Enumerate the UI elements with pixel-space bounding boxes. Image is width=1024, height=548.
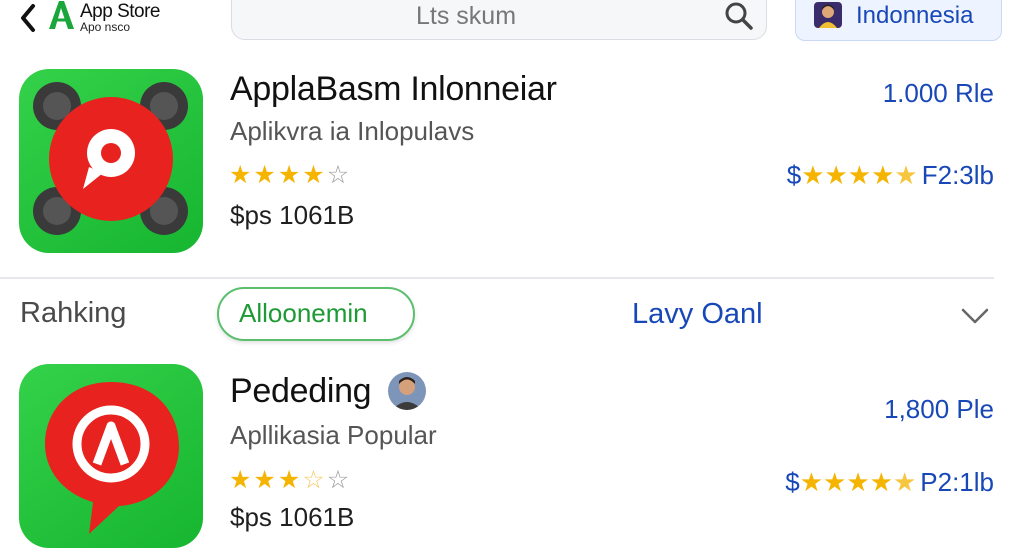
star-icon: ★★★★ bbox=[799, 467, 893, 497]
secondary-rating-text: P2:1lb bbox=[920, 467, 994, 497]
star-icon: ★★★★ bbox=[801, 160, 895, 190]
star-icon: ★ bbox=[277, 161, 301, 189]
star-icon: ★ bbox=[253, 466, 276, 494]
app-subtitle: Apllikasia Popular bbox=[230, 420, 437, 450]
back-button[interactable] bbox=[14, 2, 42, 34]
chevron-left-icon bbox=[21, 4, 35, 32]
star-icon: ★ bbox=[229, 161, 252, 189]
search-input[interactable]: Lts skum bbox=[416, 2, 516, 31]
flag-avatar-icon bbox=[814, 2, 842, 28]
star-half-icon: ★ bbox=[894, 160, 918, 190]
region-label: Indonnesia bbox=[856, 2, 974, 29]
chat-pin-app-icon[interactable] bbox=[19, 364, 203, 548]
star-icon: ★ bbox=[253, 161, 276, 189]
star-icon: ★ bbox=[277, 466, 301, 494]
star-icon: ★ bbox=[229, 466, 252, 494]
app-price: $ps 1061B bbox=[230, 200, 355, 230]
download-count: 1.000 Rle bbox=[882, 78, 994, 108]
search-icon[interactable] bbox=[723, 0, 755, 32]
filter-chip-label[interactable]: Alloonemin bbox=[239, 298, 368, 329]
currency-prefix: $ bbox=[786, 160, 802, 190]
star-rating: ★ ★ ★ ★ ☆ bbox=[229, 160, 349, 190]
star-half-icon: ★ bbox=[892, 467, 917, 497]
store-subtitle: Apo nsco bbox=[80, 20, 131, 34]
developer-avatar-icon bbox=[388, 372, 426, 410]
pin-dots-app-icon[interactable] bbox=[19, 69, 203, 253]
secondary-rating: $ ★★★★ ★ P2:1lb bbox=[785, 467, 994, 498]
currency-prefix: $ bbox=[785, 467, 800, 497]
secondary-rating: $ ★★★★ ★ F2:3lb bbox=[787, 160, 994, 191]
secondary-rating-text: F2:3lb bbox=[921, 160, 994, 190]
star-icon: ★ bbox=[302, 161, 325, 189]
ranking-label: Rahking bbox=[20, 297, 127, 329]
download-count: 1,800 Ple bbox=[884, 394, 994, 424]
chevron-down-icon[interactable] bbox=[958, 300, 992, 330]
star-empty-icon: ☆ bbox=[326, 161, 350, 189]
app-name[interactable]: Pededing bbox=[230, 372, 372, 411]
star-rating: ★ ★ ★ ☆ ☆ bbox=[229, 465, 349, 495]
star-empty-icon: ☆ bbox=[302, 466, 325, 494]
app-store-logo-icon bbox=[46, 0, 76, 30]
app-name[interactable]: ApplaBasm Inlonneiar bbox=[230, 70, 557, 109]
section-divider bbox=[0, 277, 994, 279]
app-subtitle: Aplikvra ia Inlopulavs bbox=[230, 116, 475, 146]
app-price: $ps 1061B bbox=[230, 502, 355, 532]
star-empty-icon: ☆ bbox=[326, 466, 350, 494]
category-link[interactable]: Lavy Oanl bbox=[632, 298, 763, 331]
